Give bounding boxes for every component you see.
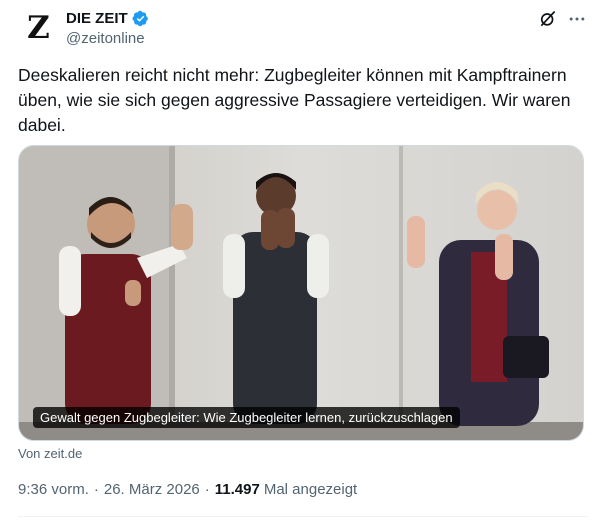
meta-separator: · — [93, 481, 99, 498]
avatar[interactable]: Z — [18, 8, 58, 48]
card-source[interactable]: Von zeit.de — [18, 446, 82, 461]
tweet-date[interactable]: 26. März 2026 — [104, 481, 200, 498]
views-label: Mal angezeigt — [263, 481, 358, 498]
tweet-time[interactable]: 9:36 vorm. — [18, 481, 89, 498]
card-caption: Gewalt gegen Zugbegleiter: Wie Zugbeglei… — [33, 407, 460, 428]
handle[interactable]: @zeitonline — [66, 30, 149, 47]
display-name[interactable]: DIE ZEIT — [66, 10, 128, 27]
card-image — [19, 146, 583, 440]
tweet-text: Deeskalieren reicht nicht mehr: Zugbegle… — [18, 65, 571, 135]
avatar-logo: Z — [27, 10, 50, 46]
verified-badge-icon — [132, 10, 148, 26]
tweet-meta: 9:36 vorm. · 26. März 2026 · 11.497 Mal … — [18, 481, 357, 498]
views-count: 11.497 — [214, 481, 260, 498]
author-info: DIE ZEIT @zeitonline — [66, 8, 149, 47]
tweet-header: Z DIE ZEIT @zeitonline — [18, 6, 588, 50]
grok-icon[interactable] — [538, 9, 558, 29]
more-icon[interactable] — [566, 9, 588, 29]
link-card[interactable]: Gewalt gegen Zugbegleiter: Wie Zugbeglei… — [18, 145, 584, 441]
meta-separator: · — [204, 481, 210, 498]
divider — [18, 516, 588, 517]
